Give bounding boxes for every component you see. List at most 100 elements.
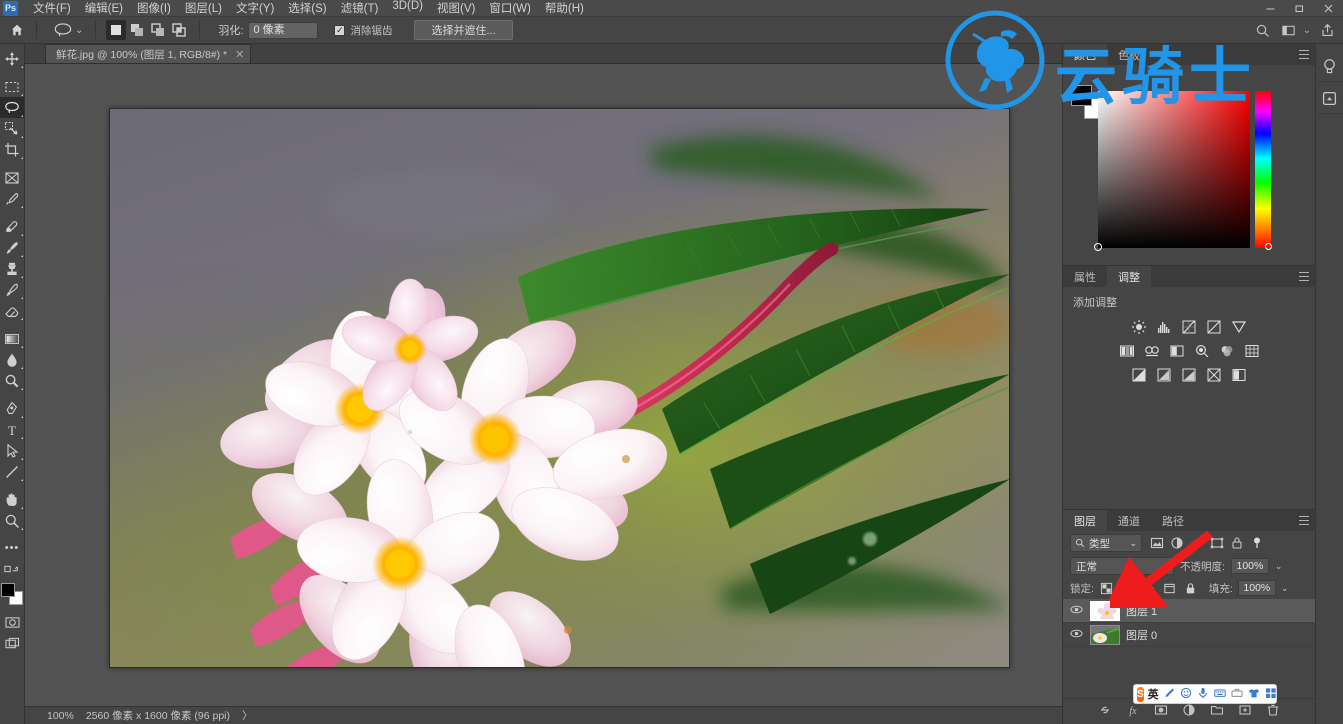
menu-item-5[interactable]: 选择(S) xyxy=(281,0,333,18)
feather-input[interactable]: 0 像素 xyxy=(248,21,319,39)
channel-mixer-icon[interactable] xyxy=(1219,343,1235,359)
menu-item-7[interactable]: 3D(D) xyxy=(385,0,430,18)
ime-keyboard-icon[interactable] xyxy=(1213,687,1226,702)
ime-toolbar[interactable]: S 英 xyxy=(1133,684,1277,704)
delete-layer-button[interactable] xyxy=(1266,703,1280,720)
lock-all-icon[interactable] xyxy=(1183,581,1198,596)
active-tool-preset[interactable]: ⌄ xyxy=(43,22,89,38)
crop-tool[interactable] xyxy=(0,139,24,160)
black-white-icon[interactable] xyxy=(1169,343,1185,359)
zoom-tool[interactable] xyxy=(0,510,24,531)
fill-chevron-down-icon[interactable]: ⌄ xyxy=(1281,583,1289,594)
blur-tool[interactable] xyxy=(0,349,24,370)
menu-item-2[interactable]: 图像(I) xyxy=(130,0,178,18)
more-tools-button[interactable]: ••• xyxy=(0,537,24,558)
new-group-button[interactable] xyxy=(1210,703,1224,720)
color-swatches[interactable] xyxy=(0,582,24,606)
panel-tab-路径[interactable]: 路径 xyxy=(1151,510,1195,531)
image-canvas[interactable] xyxy=(109,108,1010,668)
ime-voice-icon[interactable] xyxy=(1197,687,1209,702)
filter-toggle-icon[interactable] xyxy=(1247,534,1267,552)
filter-type-icon[interactable]: T xyxy=(1187,534,1207,552)
panel-tab-图层[interactable]: 图层 xyxy=(1063,510,1107,531)
eraser-tool[interactable] xyxy=(0,300,24,321)
layer-row[interactable]: 图层 1 xyxy=(1063,599,1315,623)
filter-pixel-icon[interactable] xyxy=(1147,534,1167,552)
pen-tool[interactable] xyxy=(0,398,24,419)
canvas-viewport[interactable] xyxy=(25,64,1062,706)
eyedropper-tool[interactable] xyxy=(0,188,24,209)
lock-transparent-pixels-icon[interactable] xyxy=(1099,581,1114,596)
rectangular-marquee-tool[interactable] xyxy=(0,76,24,97)
panel-menu-icon[interactable] xyxy=(1299,50,1309,59)
clone-stamp-tool[interactable] xyxy=(0,258,24,279)
opacity-chevron-down-icon[interactable]: ⌄ xyxy=(1275,561,1283,572)
threshold-icon[interactable] xyxy=(1181,367,1197,383)
hand-tool[interactable] xyxy=(0,489,24,510)
ime-emoji-icon[interactable] xyxy=(1180,687,1192,702)
healing-brush-tool[interactable] xyxy=(0,216,24,237)
new-fill-adjustment-button[interactable] xyxy=(1182,703,1196,720)
layer-name[interactable]: 图层 0 xyxy=(1126,627,1157,643)
zoom-level[interactable]: 100% xyxy=(47,710,74,722)
type-tool[interactable]: T xyxy=(0,419,24,440)
search-icon[interactable] xyxy=(1251,20,1275,41)
fill-input[interactable]: 100% xyxy=(1237,580,1276,596)
antialias-checkbox[interactable]: ✓ 消除锯齿 xyxy=(334,23,392,38)
brush-tool[interactable] xyxy=(0,237,24,258)
hue-saturation-icon[interactable] xyxy=(1119,343,1135,359)
filter-shape-icon[interactable] xyxy=(1207,534,1227,552)
gradient-map-icon[interactable] xyxy=(1206,367,1222,383)
panel-tab-调整[interactable]: 调整 xyxy=(1107,266,1151,287)
new-layer-button[interactable] xyxy=(1238,703,1252,720)
vibrance-icon[interactable] xyxy=(1231,319,1247,335)
layer-visibility-icon[interactable] xyxy=(1068,604,1084,618)
layer-visibility-icon[interactable] xyxy=(1068,628,1084,642)
quick-mask-icon[interactable] xyxy=(0,612,24,633)
quick-selection-tool[interactable] xyxy=(0,118,24,139)
blend-mode-select[interactable]: 正常 xyxy=(1070,557,1174,575)
menu-item-3[interactable]: 图层(L) xyxy=(178,0,229,18)
ime-pen-icon[interactable] xyxy=(1163,687,1175,702)
menu-item-10[interactable]: 帮助(H) xyxy=(538,0,591,18)
intersect-selection[interactable] xyxy=(169,20,189,40)
layer-row[interactable]: 图层 0 xyxy=(1063,623,1315,647)
foreground-color-swatch[interactable] xyxy=(1,583,15,597)
lock-position-icon[interactable] xyxy=(1141,581,1156,596)
exposure-icon[interactable] xyxy=(1206,319,1222,335)
status-expand-icon[interactable]: 〉 xyxy=(242,708,253,723)
layer-thumbnail[interactable] xyxy=(1090,600,1120,621)
document-tab[interactable]: 鲜花.jpg @ 100% (图层 1, RGB/8#) * ✕ xyxy=(45,44,252,63)
lasso-tool[interactable] xyxy=(0,97,24,118)
minimize-button[interactable] xyxy=(1256,0,1285,17)
posterize-icon[interactable] xyxy=(1156,367,1172,383)
frame-tool[interactable] xyxy=(0,167,24,188)
workspace-icon[interactable] xyxy=(1277,20,1301,41)
layer-filter-type-select[interactable]: 类型 ⌄ xyxy=(1070,534,1142,552)
ime-mode-label[interactable]: 英 xyxy=(1148,686,1159,702)
panel-menu-icon[interactable] xyxy=(1299,516,1309,525)
layer-style-button[interactable]: fx xyxy=(1126,703,1140,720)
maximize-button[interactable] xyxy=(1285,0,1314,17)
menu-item-6[interactable]: 滤镜(T) xyxy=(334,0,386,18)
add-to-selection[interactable] xyxy=(127,20,147,40)
rail-libraries-icon[interactable] xyxy=(1316,84,1343,114)
rail-learn-icon[interactable] xyxy=(1316,52,1343,82)
lock-artboard-icon[interactable] xyxy=(1162,581,1177,596)
brightness-contrast-icon[interactable] xyxy=(1131,319,1147,335)
lock-image-pixels-icon[interactable] xyxy=(1120,581,1135,596)
workspace-chevron-down-icon[interactable]: ⌄ xyxy=(1303,25,1311,36)
tool-preset-chevron-down-icon[interactable]: ⌄ xyxy=(75,25,83,36)
panel-tab-颜色[interactable]: 颜色 xyxy=(1063,44,1107,65)
color-balance-icon[interactable] xyxy=(1144,343,1160,359)
menu-item-9[interactable]: 窗口(W) xyxy=(482,0,538,18)
dodge-tool[interactable] xyxy=(0,370,24,391)
edit-toolbar-icon[interactable] xyxy=(0,558,24,579)
layer-name[interactable]: 图层 1 xyxy=(1126,603,1157,619)
layer-thumbnail[interactable] xyxy=(1090,624,1120,645)
home-icon[interactable] xyxy=(4,19,30,41)
ime-skin-icon[interactable] xyxy=(1248,687,1260,702)
hue-slider[interactable] xyxy=(1255,91,1272,250)
foreground-color-chip[interactable] xyxy=(1071,85,1092,106)
screen-mode-icon[interactable] xyxy=(0,633,24,654)
